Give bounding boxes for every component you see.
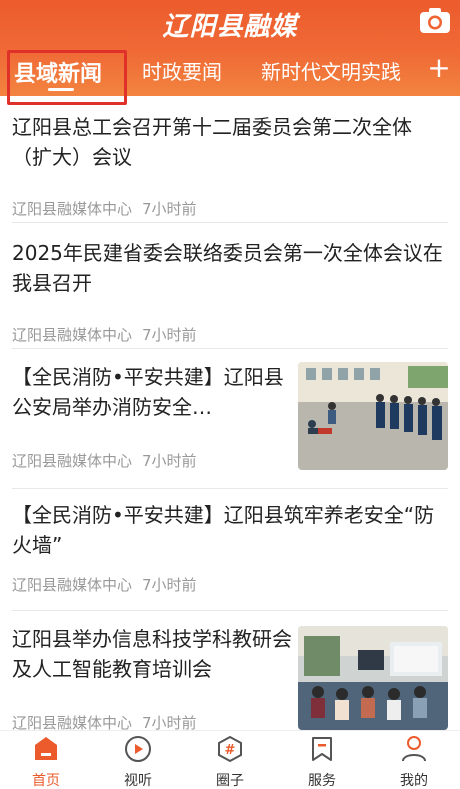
divider: [12, 610, 448, 611]
bottom-nav: 首页 视听 # 圈子 服务 我的: [0, 730, 460, 789]
news-time: 7小时前: [142, 200, 197, 218]
divider: [12, 222, 448, 223]
news-time: 7小时前: [142, 576, 197, 594]
news-time: 7小时前: [142, 326, 197, 344]
news-item[interactable]: 【全民消防•平安共建】辽阳县筑牢养老安全“防火墙” 辽阳县融媒体中心 7小时前: [12, 500, 448, 610]
news-meta: 辽阳县融媒体中心 7小时前: [12, 324, 197, 345]
news-title: 辽阳县举办信息科技学科教研会及人工智能教育培训会: [12, 627, 292, 681]
user-icon: [400, 735, 428, 763]
news-meta: 辽阳县融媒体中心 7小时前: [12, 450, 197, 471]
hashtag-icon: #: [216, 735, 244, 763]
play-icon: [124, 735, 152, 763]
nav-video[interactable]: 视听: [92, 731, 184, 789]
plus-icon[interactable]: +: [426, 54, 452, 84]
news-title: 2025年民建省委会联络委员会第一次全体会议在我县召开: [12, 241, 443, 295]
news-item[interactable]: 辽阳县总工会召开第十二届委员会第二次全体（扩大）会议 辽阳县融媒体中心 7小时前: [12, 112, 448, 222]
divider: [12, 488, 448, 489]
nav-service[interactable]: 服务: [276, 731, 368, 789]
news-source: 辽阳县融媒体中心: [12, 576, 133, 594]
classroom-training-photo: [298, 626, 448, 730]
news-meta: 辽阳县融媒体中心 7小时前: [12, 574, 197, 595]
nav-home[interactable]: 首页: [0, 731, 92, 789]
nav-profile-label: 我的: [400, 773, 428, 789]
news-source: 辽阳县融媒体中心: [12, 326, 133, 344]
divider: [12, 348, 448, 349]
news-title: 辽阳县总工会召开第十二届委员会第二次全体（扩大）会议: [12, 115, 412, 169]
news-source: 辽阳县融媒体中心: [12, 200, 133, 218]
nav-circle-label: 圈子: [216, 773, 244, 789]
news-title: 【全民消防•平安共建】辽阳县筑牢养老安全“防火墙”: [12, 503, 435, 557]
news-source: 辽阳县融媒体中心: [12, 452, 133, 470]
news-item[interactable]: 【全民消防•平安共建】辽阳县公安局举办消防安全… 辽阳县融媒体中心 7小时前: [12, 362, 448, 476]
news-time: 7小时前: [142, 452, 197, 470]
tab-politics-news[interactable]: 时政要闻: [142, 56, 222, 85]
nav-home-label: 首页: [32, 773, 60, 789]
svg-text:#: #: [225, 743, 236, 758]
nav-circle[interactable]: # 圈子: [184, 731, 276, 789]
nav-profile[interactable]: 我的: [368, 731, 460, 789]
app-logo: 辽阳县融媒: [162, 12, 298, 42]
news-item[interactable]: 2025年民建省委会联络委员会第一次全体会议在我县召开 辽阳县融媒体中心 7小时前: [12, 238, 448, 348]
tab-civilization-practice[interactable]: 新时代文明实践: [261, 56, 401, 85]
news-title: 【全民消防•平安共建】辽阳县公安局举办消防安全…: [12, 365, 284, 419]
nav-video-label: 视听: [124, 773, 152, 789]
home-icon: [32, 735, 60, 763]
bookmark-icon: [308, 735, 336, 763]
news-item[interactable]: 辽阳县举办信息科技学科教研会及人工智能教育培训会 辽阳县融媒体中心 7小时前: [12, 624, 448, 732]
tab-highlight-box: [7, 50, 127, 105]
fire-drill-photo: [298, 362, 448, 470]
news-meta: 辽阳县融媒体中心 7小时前: [12, 198, 197, 219]
nav-service-label: 服务: [308, 773, 336, 789]
camera-icon[interactable]: [418, 4, 452, 36]
